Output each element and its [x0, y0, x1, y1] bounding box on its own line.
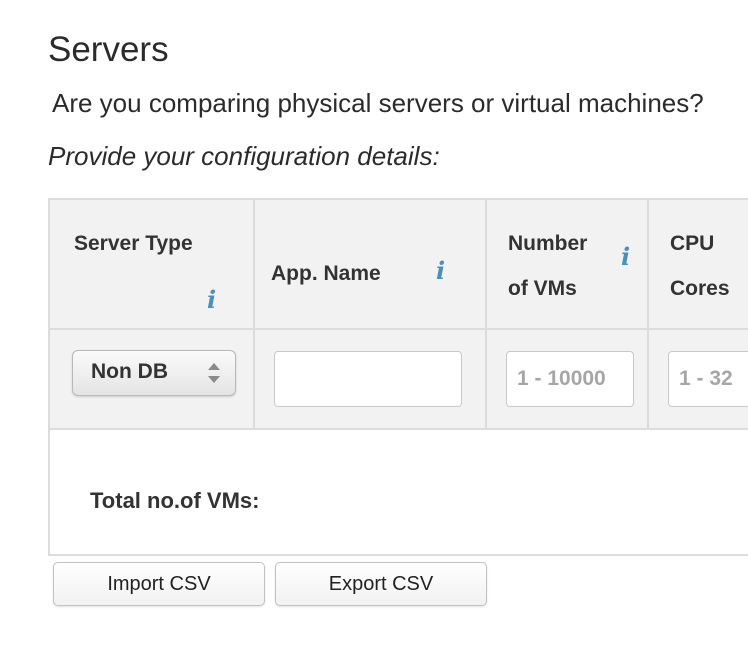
column-divider	[647, 200, 649, 430]
column-header-vms-line1: Number	[508, 232, 588, 255]
column-header-app-name: App. Name	[271, 262, 381, 285]
column-header-cores-line1: CPU	[670, 232, 715, 255]
column-header-vms-line2: of VMs	[508, 277, 577, 300]
clipped-text-fragment	[60, 0, 680, 8]
server-type-selected-value: Non DB	[91, 360, 168, 383]
server-type-select[interactable]: Non DB	[72, 350, 236, 396]
configuration-instruction: Provide your configuration details:	[48, 141, 440, 171]
select-arrows-icon	[208, 363, 220, 383]
info-icon[interactable]: i	[207, 288, 216, 312]
server-type-question: Are you comparing physical servers or vi…	[52, 88, 704, 118]
info-icon[interactable]: i	[436, 259, 445, 283]
table-input-row: Non DB	[50, 330, 748, 430]
app-name-input[interactable]	[274, 351, 462, 407]
column-header-cores-line2: Cores	[670, 277, 730, 300]
column-divider	[253, 200, 255, 430]
page-title: Servers	[48, 30, 169, 69]
import-csv-button[interactable]: Import CSV	[53, 562, 265, 606]
column-header-server-type: Server Type	[74, 232, 193, 255]
info-icon[interactable]: i	[621, 245, 630, 269]
table-header-row: Server Type i App. Name i Number of VMs …	[50, 200, 748, 330]
column-divider	[485, 200, 487, 430]
export-csv-button[interactable]: Export CSV	[275, 562, 487, 606]
total-vms-label: Total no.of VMs:	[90, 488, 260, 513]
number-of-vms-input[interactable]	[506, 351, 634, 407]
server-config-table: Server Type i App. Name i Number of VMs …	[48, 198, 748, 556]
cpu-cores-input[interactable]	[668, 351, 748, 407]
